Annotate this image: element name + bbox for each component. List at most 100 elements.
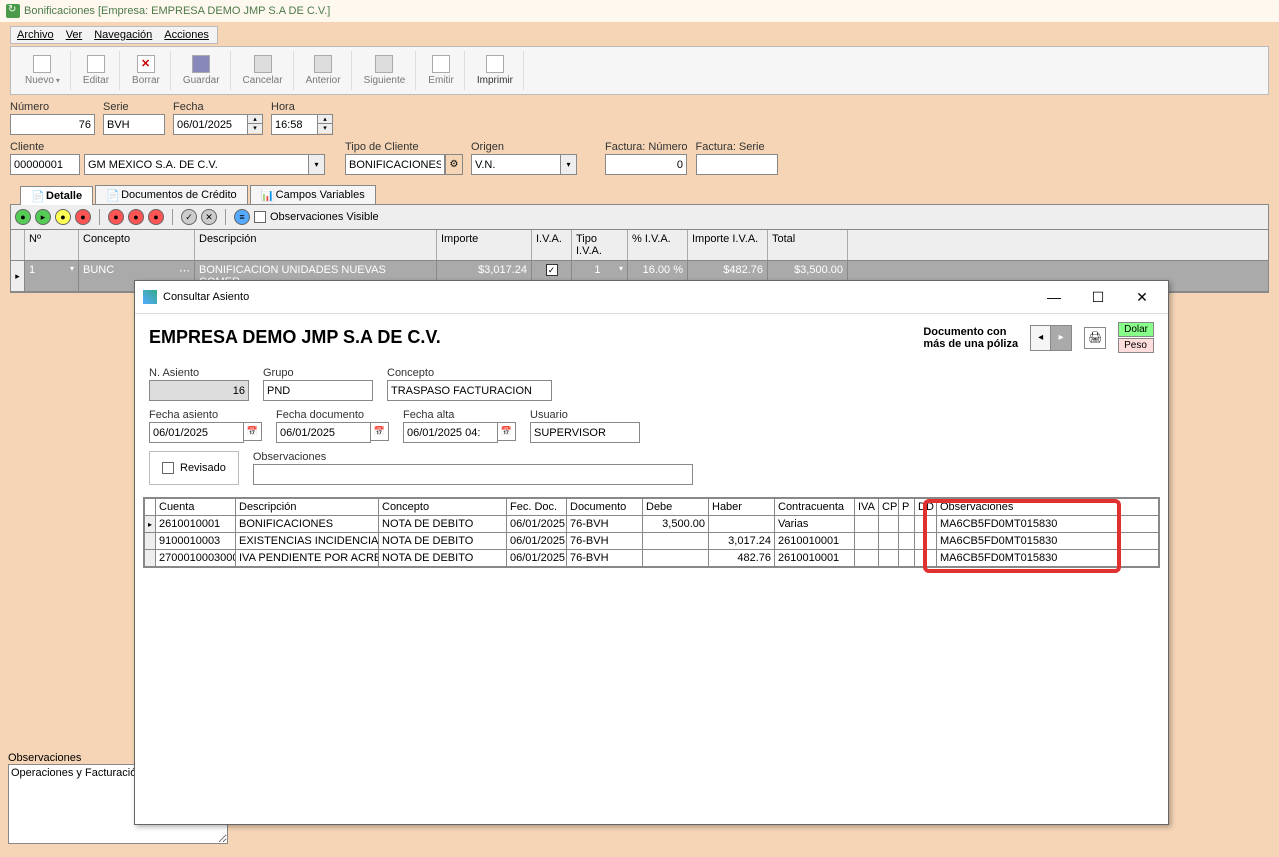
print-button[interactable]: Imprimir xyxy=(467,51,524,90)
origen-input[interactable] xyxy=(471,154,561,175)
gh-importe[interactable]: Importe xyxy=(437,230,532,260)
fecha-doc-cal[interactable]: 📅 xyxy=(371,422,389,441)
fecha-asiento-input[interactable] xyxy=(149,422,244,443)
dlg-row-selector[interactable] xyxy=(144,550,156,567)
circ-6[interactable]: ● xyxy=(128,209,144,225)
fecha-down[interactable]: ▾ xyxy=(248,124,262,133)
peso-button[interactable]: Peso xyxy=(1118,338,1154,353)
tab-detalle[interactable]: 📄Detalle xyxy=(20,186,93,205)
circ-9[interactable]: ✕ xyxy=(201,209,217,225)
n-asiento-input[interactable] xyxy=(149,380,249,401)
save-icon xyxy=(192,55,210,73)
fecha-asiento-cal[interactable]: 📅 xyxy=(244,422,262,441)
next-icon xyxy=(375,55,393,73)
row-selector[interactable]: ▸ xyxy=(11,261,25,291)
menu-navegacion[interactable]: Navegación xyxy=(94,29,152,41)
dialog-icon xyxy=(143,290,157,304)
usuario-input[interactable] xyxy=(530,422,640,443)
grupo-input[interactable] xyxy=(263,380,373,401)
dlg-obs-input[interactable] xyxy=(253,464,693,485)
cancel-button[interactable]: Cancelar xyxy=(233,51,294,90)
factnum-input[interactable] xyxy=(605,154,687,175)
gh-impiva[interactable]: Importe I.V.A. xyxy=(688,230,768,260)
dgh-cp[interactable]: CP xyxy=(879,498,899,516)
fecha-doc-label: Fecha documento xyxy=(276,409,389,421)
fecha-alta-input[interactable] xyxy=(403,422,498,443)
sep-1 xyxy=(99,209,100,225)
circ-8[interactable]: ✓ xyxy=(181,209,197,225)
revisado-checkbox[interactable] xyxy=(162,462,174,474)
dgh-cuenta[interactable]: Cuenta xyxy=(156,498,236,516)
edit-button[interactable]: Editar xyxy=(73,51,120,90)
dgc-desc: BONIFICACIONES xyxy=(236,516,379,533)
dgh-debe[interactable]: Debe xyxy=(643,498,709,516)
emit-button[interactable]: Emitir xyxy=(418,51,465,90)
cliente-code-input[interactable] xyxy=(10,154,80,175)
fecha-doc-input[interactable] xyxy=(276,422,371,443)
fecha-alta-cal[interactable]: 📅 xyxy=(498,422,516,441)
gh-no[interactable]: Nº xyxy=(25,230,79,260)
minimize-button[interactable]: — xyxy=(1036,285,1072,309)
new-button[interactable]: Nuevo xyxy=(15,51,71,90)
dgh-concepto[interactable]: Concepto xyxy=(379,498,507,516)
n-asiento-label: N. Asiento xyxy=(149,367,249,379)
dgh-desc[interactable]: Descripción xyxy=(236,498,379,516)
maximize-button[interactable]: ☐ xyxy=(1080,285,1116,309)
dlg-row-selector[interactable]: ▸ xyxy=(144,516,156,533)
dgh-contra[interactable]: Contracuenta xyxy=(775,498,855,516)
circ-4[interactable]: ● xyxy=(75,209,91,225)
circ-3[interactable]: ● xyxy=(55,209,71,225)
hora-input[interactable] xyxy=(271,114,317,135)
dolar-button[interactable]: Dolar xyxy=(1118,322,1154,337)
factser-input[interactable] xyxy=(696,154,778,175)
next-button[interactable]: Siguiente xyxy=(354,51,417,90)
new-label: Nuevo xyxy=(25,75,60,86)
dgh-haber[interactable]: Haber xyxy=(709,498,775,516)
dgh-iva[interactable]: IVA xyxy=(855,498,879,516)
circ-5[interactable]: ● xyxy=(108,209,124,225)
delete-button[interactable]: Borrar xyxy=(122,51,171,90)
circ-2[interactable]: ▸ xyxy=(35,209,51,225)
dgh-fecdoc[interactable]: Fec. Doc. xyxy=(507,498,567,516)
obs-visible-check[interactable] xyxy=(254,211,266,223)
arrow-left[interactable]: ◂ xyxy=(1031,326,1051,350)
tab-campos-icon: 📊 xyxy=(261,189,273,201)
tipo-lookup[interactable]: ⚙ xyxy=(445,154,463,175)
dialog-print-button[interactable]: 🖨 xyxy=(1084,327,1106,349)
menu-archivo[interactable]: Archivo xyxy=(17,29,54,41)
tab-campos-label: Campos Variables xyxy=(276,189,365,201)
fecha-input[interactable] xyxy=(173,114,247,135)
gh-pctiva[interactable]: % I.V.A. xyxy=(628,230,688,260)
origen-dropdown[interactable]: ▾ xyxy=(561,154,577,175)
dlg-row-selector[interactable] xyxy=(144,533,156,550)
concepto-input[interactable] xyxy=(387,380,552,401)
tab-docs[interactable]: 📄Documentos de Crédito xyxy=(95,185,248,204)
gh-total[interactable]: Total xyxy=(768,230,848,260)
serie-input[interactable] xyxy=(103,114,165,135)
hora-up[interactable]: ▴ xyxy=(318,115,332,124)
numero-input[interactable] xyxy=(10,114,95,135)
circ-7[interactable]: ● xyxy=(148,209,164,225)
cliente-dropdown[interactable]: ▾ xyxy=(309,154,325,175)
save-button[interactable]: Guardar xyxy=(173,51,231,90)
dgh-p[interactable]: P xyxy=(899,498,915,516)
grupo-label: Grupo xyxy=(263,367,373,379)
gh-iva[interactable]: I.V.A. xyxy=(532,230,572,260)
tipo-input[interactable] xyxy=(345,154,445,175)
gh-desc[interactable]: Descripción xyxy=(195,230,437,260)
gr-ivachk[interactable]: ✓ xyxy=(546,264,558,276)
fecha-up[interactable]: ▴ xyxy=(248,115,262,124)
prev-button[interactable]: Anterior xyxy=(296,51,352,90)
tab-campos[interactable]: 📊Campos Variables xyxy=(250,185,376,204)
gh-concepto[interactable]: Concepto xyxy=(79,230,195,260)
arrow-right[interactable]: ▸ xyxy=(1051,326,1071,350)
cliente-name-input[interactable] xyxy=(84,154,309,175)
close-button[interactable]: ✕ xyxy=(1124,285,1160,309)
circ-1[interactable]: ● xyxy=(15,209,31,225)
gh-tipoiva[interactable]: Tipo I.V.A. xyxy=(572,230,628,260)
circ-10[interactable]: ≡ xyxy=(234,209,250,225)
hora-down[interactable]: ▾ xyxy=(318,124,332,133)
menu-acciones[interactable]: Acciones xyxy=(164,29,209,41)
dgh-doc[interactable]: Documento xyxy=(567,498,643,516)
menu-ver[interactable]: Ver xyxy=(66,29,83,41)
